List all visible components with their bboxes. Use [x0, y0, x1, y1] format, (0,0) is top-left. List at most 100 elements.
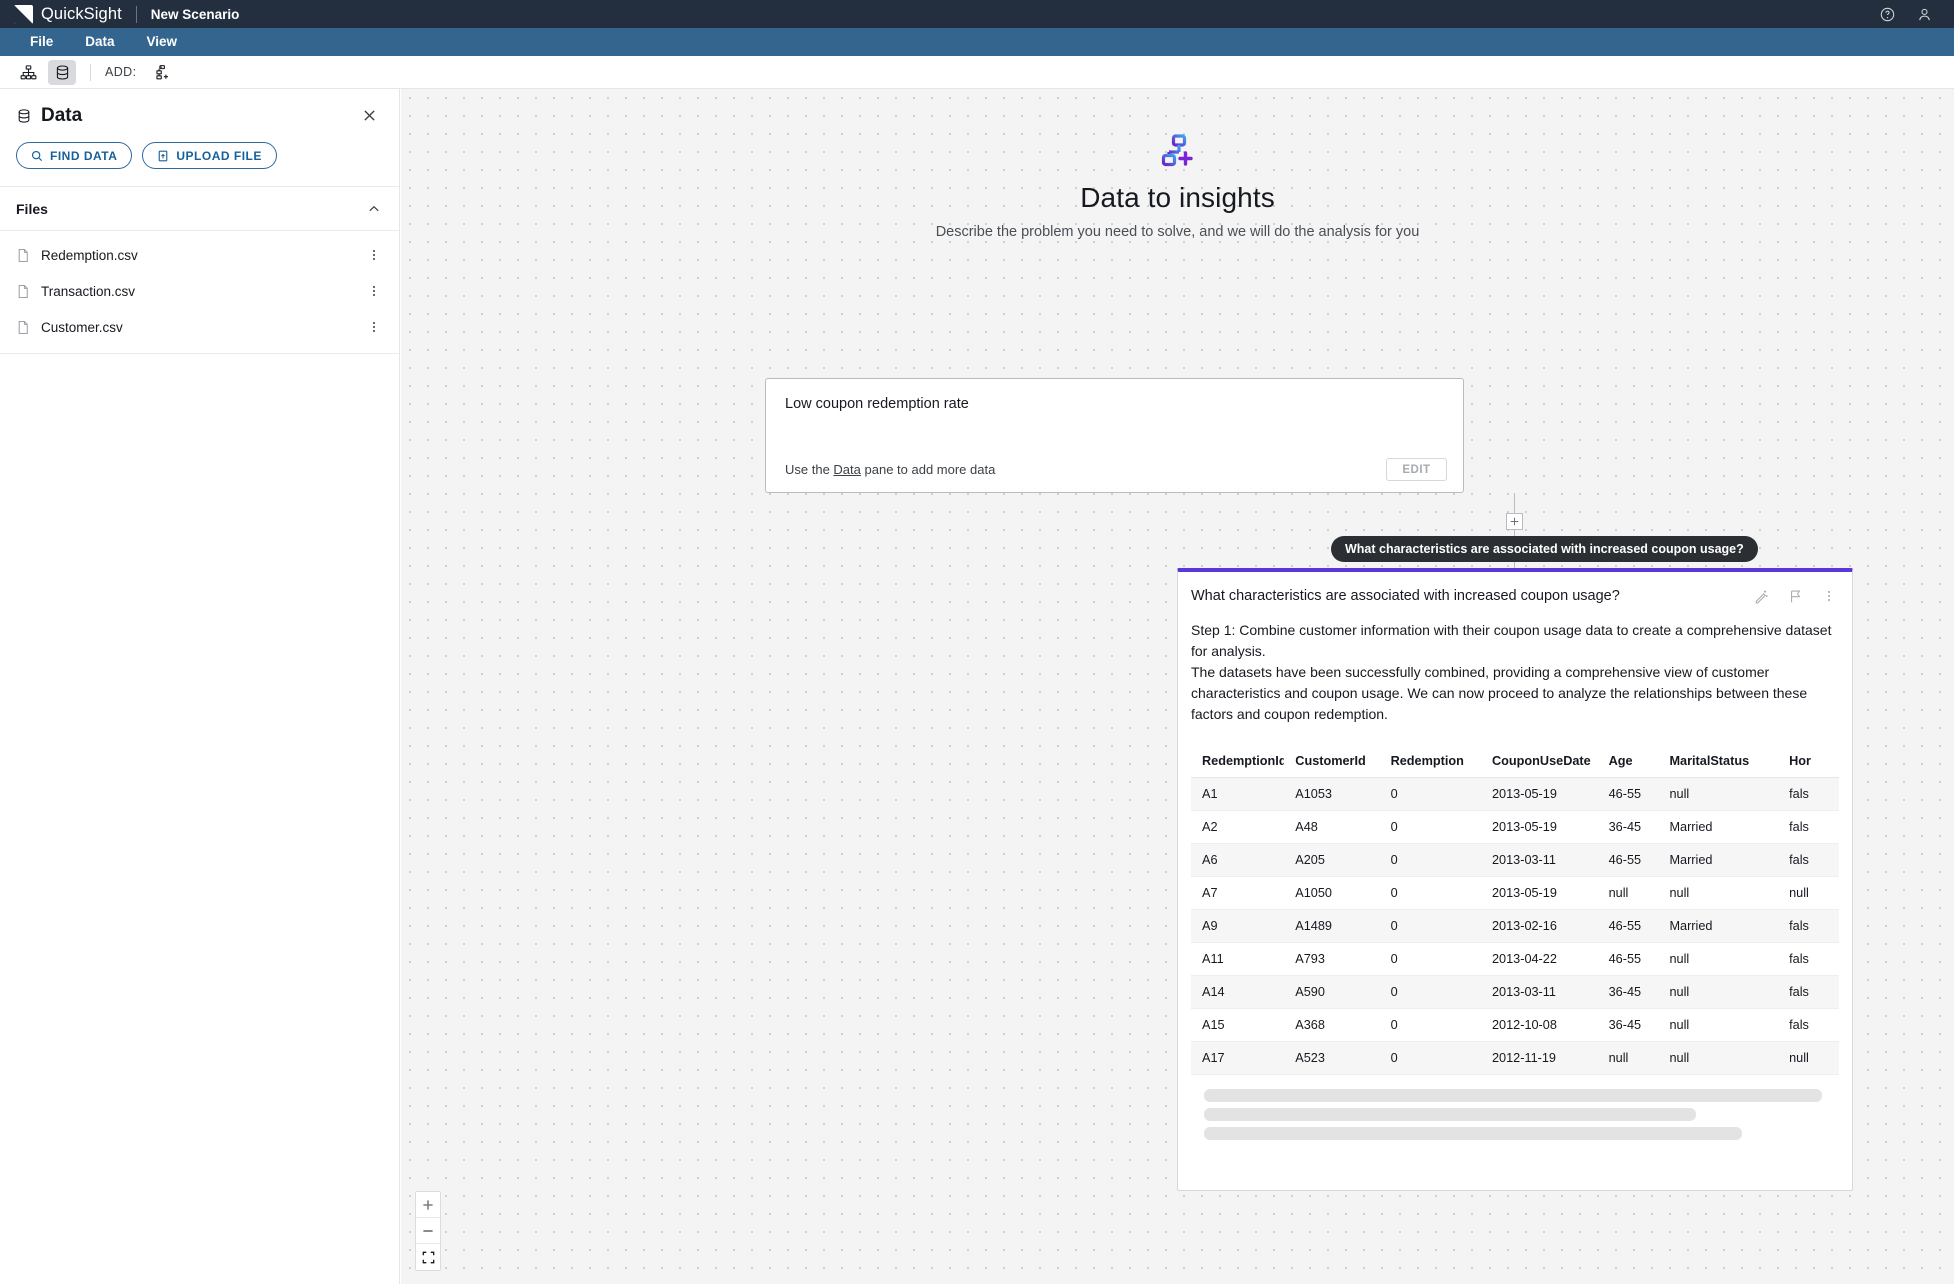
- brand-name: QuickSight: [41, 4, 122, 23]
- chevron-up-icon[interactable]: [367, 202, 381, 216]
- table-cell: A11: [1191, 942, 1285, 976]
- table-cell: A1053: [1284, 777, 1380, 811]
- zoom-in-button[interactable]: [416, 1192, 440, 1218]
- add-step-button[interactable]: [1506, 513, 1523, 530]
- table-cell: 0: [1379, 975, 1481, 1009]
- page-subtitle: Describe the problem you need to solve, …: [935, 224, 1420, 240]
- analysis-result-text: The datasets have been successfully comb…: [1191, 664, 1808, 722]
- sidebar-actions: FIND DATA UPLOAD FILE: [0, 142, 399, 187]
- table-cell: 46-55: [1597, 909, 1659, 943]
- problem-statement-card[interactable]: Low coupon redemption rate Use the Data …: [765, 378, 1464, 493]
- table-cell: null: [1658, 975, 1779, 1009]
- table-cell: 46-55: [1597, 843, 1659, 877]
- table-cell: 46-55: [1597, 777, 1659, 811]
- sidebar-title: Data: [41, 104, 83, 126]
- add-label: ADD:: [105, 65, 137, 79]
- file-name: Transaction.csv: [41, 283, 136, 299]
- file-name: Customer.csv: [41, 319, 123, 335]
- analysis-card[interactable]: What characteristics are associated with…: [1177, 568, 1853, 1191]
- analysis-step-text: Step 1: Combine customer information wit…: [1191, 622, 1832, 659]
- scenario-title: New Scenario: [150, 6, 240, 22]
- close-icon[interactable]: [357, 104, 381, 128]
- kebab-icon[interactable]: [1822, 589, 1836, 603]
- table-header-row: RedemptionId CustomerId Redemption Coupo…: [1191, 745, 1839, 778]
- table-cell: 0: [1379, 876, 1481, 910]
- magic-wand-icon[interactable]: [1754, 589, 1769, 604]
- file-icon: [16, 284, 31, 299]
- table-cell: 2013-05-19: [1481, 777, 1598, 811]
- divider: [135, 5, 137, 23]
- flag-icon[interactable]: [1788, 589, 1803, 604]
- table-row: A7 A1050 0 2013-05-19 null null null: [1191, 876, 1839, 910]
- menu-bar: File Data View: [0, 28, 1954, 56]
- sitemap-icon[interactable]: [14, 60, 42, 85]
- table-cell: A15: [1191, 1008, 1285, 1042]
- table-cell: 2013-02-16: [1481, 909, 1598, 943]
- table-cell: 2013-03-11: [1481, 975, 1598, 1009]
- top-bar: QuickSight New Scenario: [0, 0, 1954, 28]
- table-cell: 36-45: [1597, 975, 1659, 1009]
- combined-dataset-table: RedemptionId CustomerId Redemption Coupo…: [1191, 745, 1839, 1075]
- scenario-canvas[interactable]: Data to insights Describe the problem yo…: [401, 89, 1954, 1284]
- question-tooltip: What characteristics are associated with…: [1331, 536, 1758, 562]
- fit-screen-button[interactable]: [416, 1244, 440, 1270]
- list-item[interactable]: Transaction.csv: [0, 273, 399, 309]
- table-cell: fals: [1778, 909, 1839, 943]
- table-cell: A1050: [1284, 876, 1380, 910]
- menu-file[interactable]: File: [14, 28, 69, 56]
- file-name: Redemption.csv: [41, 247, 138, 263]
- upload-file-button[interactable]: UPLOAD FILE: [142, 142, 277, 169]
- table-cell: fals: [1778, 942, 1839, 976]
- table-cell: A14: [1191, 975, 1285, 1009]
- file-icon: [16, 320, 31, 335]
- table-cell: A48: [1284, 810, 1380, 844]
- table-cell: 2013-04-22: [1481, 942, 1598, 976]
- kebab-icon[interactable]: [367, 320, 381, 334]
- find-data-button[interactable]: FIND DATA: [16, 142, 133, 169]
- analysis-card-header: What characteristics are associated with…: [1178, 572, 1852, 620]
- column-header: Redemption: [1379, 745, 1481, 778]
- page-title: Data to insights: [1080, 182, 1275, 213]
- table-cell: null: [1597, 876, 1659, 910]
- menu-data[interactable]: Data: [69, 28, 130, 56]
- table-cell: A523: [1284, 1041, 1380, 1075]
- sidebar-header: Data: [0, 89, 399, 142]
- table-cell: fals: [1778, 843, 1839, 877]
- table-cell: A1489: [1284, 909, 1380, 943]
- table-cell: 2012-11-19: [1481, 1041, 1598, 1075]
- question-circle-icon[interactable]: [1880, 7, 1895, 22]
- hint-prefix: Use the: [785, 462, 834, 477]
- table-cell: Married: [1658, 909, 1779, 943]
- table-row: A1 A1053 0 2013-05-19 46-55 null fals: [1191, 777, 1839, 811]
- table-cell: 0: [1379, 1041, 1481, 1075]
- user-icon[interactable]: [1917, 7, 1932, 22]
- files-section-header[interactable]: Files: [0, 187, 399, 231]
- database-icon[interactable]: [48, 59, 76, 85]
- upload-icon: [157, 150, 169, 162]
- menu-view[interactable]: View: [131, 28, 194, 56]
- table-cell: fals: [1778, 975, 1839, 1009]
- find-data-label: FIND DATA: [50, 148, 118, 163]
- table-cell: null: [1778, 876, 1839, 910]
- edit-button[interactable]: EDIT: [1386, 458, 1447, 481]
- column-header: RedemptionId: [1191, 745, 1285, 778]
- files-section-title: Files: [16, 200, 48, 217]
- table-cell: 2013-05-19: [1481, 876, 1598, 910]
- table-cell: null: [1658, 777, 1779, 811]
- data-pane-link[interactable]: Data: [833, 462, 860, 477]
- zoom-out-button[interactable]: [416, 1218, 440, 1244]
- kebab-icon[interactable]: [367, 284, 381, 298]
- table-cell: 36-45: [1597, 810, 1659, 844]
- table-cell: 2013-03-11: [1481, 843, 1598, 877]
- add-node-icon[interactable]: [148, 60, 176, 85]
- files-list: Redemption.csv Transaction.csv Customer.…: [0, 231, 399, 354]
- table-cell: A793: [1284, 942, 1380, 976]
- table-row: A15 A368 0 2012-10-08 36-45 null fals: [1191, 1008, 1839, 1042]
- list-item[interactable]: Customer.csv: [0, 309, 399, 345]
- kebab-icon[interactable]: [367, 248, 381, 262]
- table-cell: A6: [1191, 843, 1285, 877]
- search-icon: [31, 150, 43, 162]
- table-cell: 2013-05-19: [1481, 810, 1598, 844]
- list-item[interactable]: Redemption.csv: [0, 237, 399, 273]
- file-icon: [16, 248, 31, 263]
